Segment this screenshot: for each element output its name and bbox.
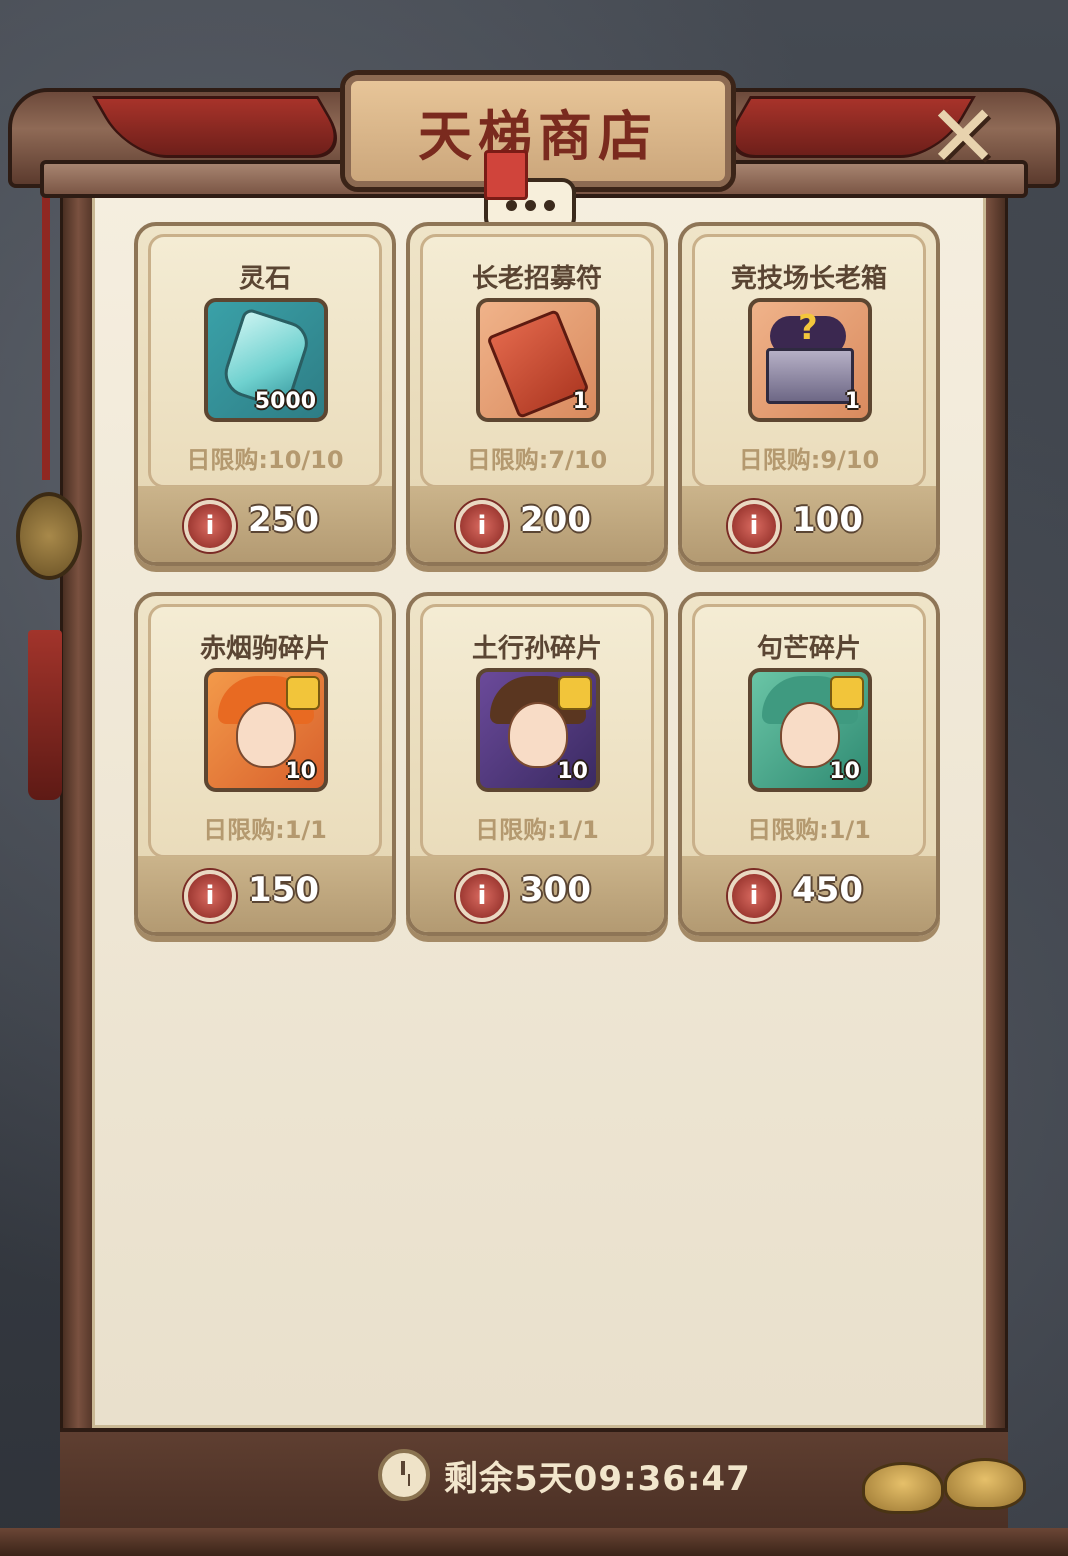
item-name: 灵石 xyxy=(238,264,291,294)
shop-item-card[interactable]: 句芒碎片 10 日限购:1/1 i 450 xyxy=(678,592,940,936)
purchase-limit: 日限购:9/10 xyxy=(738,446,880,474)
item-count: 1 xyxy=(572,389,588,414)
red-envelope-icon xyxy=(484,150,528,200)
arena-token-icon: i xyxy=(184,500,236,552)
item-count: 10 xyxy=(829,759,860,784)
shop-item-card[interactable]: 土行孙碎片 10 日限购:1/1 i 300 xyxy=(406,592,668,936)
frame-floor xyxy=(0,1528,1068,1556)
item-name: 长老招募符 xyxy=(471,264,602,294)
item-name: 句芒碎片 xyxy=(756,634,861,664)
arena-token-icon: i xyxy=(456,870,508,922)
gold-ingot-icon xyxy=(944,1458,1026,1510)
item-price: 450 xyxy=(792,870,863,910)
item-count: 10 xyxy=(557,759,588,784)
price-bar[interactable]: i 100 xyxy=(682,486,936,562)
purchase-limit: 日限购:1/1 xyxy=(747,816,871,844)
hero-portrait-icon: 10 xyxy=(748,668,872,792)
item-price: 250 xyxy=(248,500,319,540)
item-name: 竞技场长老箱 xyxy=(730,264,887,294)
hero-portrait-icon: 10 xyxy=(476,668,600,792)
item-name: 赤烟驹碎片 xyxy=(199,634,330,664)
puzzle-piece-icon xyxy=(558,676,592,710)
purchase-limit: 日限购:1/1 xyxy=(475,816,599,844)
hero-portrait-icon: 10 xyxy=(204,668,328,792)
price-bar[interactable]: i 250 xyxy=(138,486,392,562)
arena-token-icon: i xyxy=(728,500,780,552)
purchase-limit: 日限购:1/1 xyxy=(203,816,327,844)
item-count: 10 xyxy=(285,759,316,784)
item-price: 200 xyxy=(520,500,591,540)
arena-token-icon: i xyxy=(456,500,508,552)
shop-item-card[interactable]: 长老招募符 1 日限购:7/10 i 200 xyxy=(406,222,668,566)
price-bar[interactable]: i 300 xyxy=(410,856,664,932)
item-name: 土行孙碎片 xyxy=(471,634,602,664)
arena-token-icon: i xyxy=(184,870,236,922)
shop-item-card[interactable]: 灵石 5000 日限购:10/10 i 250 xyxy=(134,222,396,566)
chest-icon: ? 1 xyxy=(748,298,872,422)
item-price: 300 xyxy=(520,870,591,910)
purchase-limit: 日限购:7/10 xyxy=(466,446,608,474)
shop-item-card[interactable]: 竞技场长老箱 ? 1 日限购:9/10 i 100 xyxy=(678,222,940,566)
talisman-icon: 1 xyxy=(476,298,600,422)
purchase-limit: 日限购:10/10 xyxy=(186,446,344,474)
gold-ingot-icon xyxy=(862,1462,944,1514)
countdown-text: 剩余5天09:36:47 xyxy=(444,1458,751,1499)
price-bar[interactable]: i 200 xyxy=(410,486,664,562)
item-count: 5000 xyxy=(254,389,316,414)
arena-token-icon: i xyxy=(728,870,780,922)
coin-icon xyxy=(16,492,82,580)
item-count: 1 xyxy=(844,389,860,414)
item-price: 150 xyxy=(248,870,319,910)
close-button[interactable]: ✕ xyxy=(918,87,1008,187)
spirit-stone-icon: 5000 xyxy=(204,298,328,422)
tassel-decoration xyxy=(14,180,82,800)
price-bar[interactable]: i 450 xyxy=(682,856,936,932)
puzzle-piece-icon xyxy=(286,676,320,710)
price-bar[interactable]: i 150 xyxy=(138,856,392,932)
refresh-timer: 剩余5天09:36:47 xyxy=(378,1448,751,1502)
puzzle-piece-icon xyxy=(830,676,864,710)
item-price: 100 xyxy=(792,500,863,540)
clock-icon xyxy=(378,1449,430,1501)
shop-item-card[interactable]: 赤烟驹碎片 10 日限购:1/1 i 150 xyxy=(134,592,396,936)
